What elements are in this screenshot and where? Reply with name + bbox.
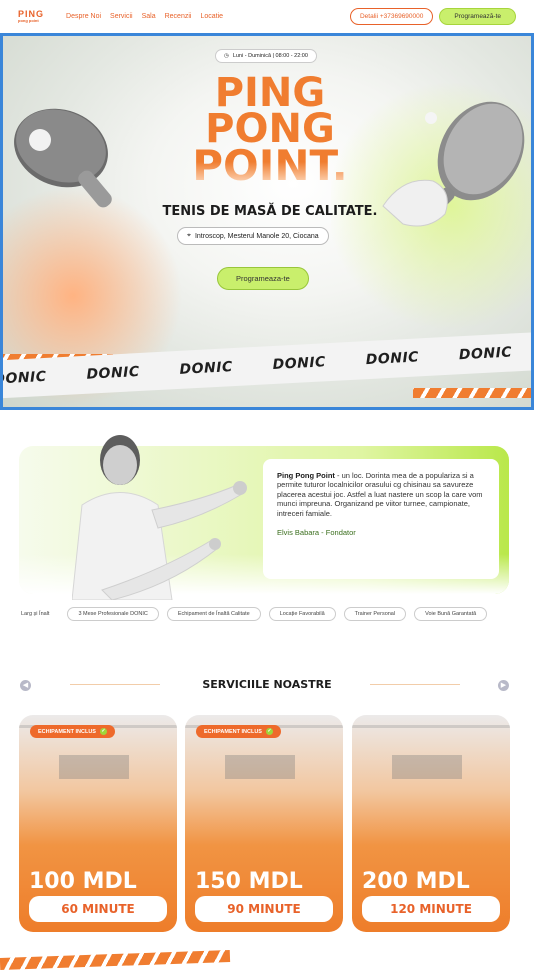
section-divider-right: [370, 684, 460, 685]
service-price: 150 MDL: [195, 869, 303, 894]
nav-link-recenzii[interactable]: Recenzii: [165, 13, 192, 20]
service-price: 200 MDL: [362, 869, 470, 894]
nav-link-despre-noi[interactable]: Despre Noi: [66, 13, 101, 20]
location-pin-icon: ⌖: [187, 232, 191, 239]
founder-photo: [72, 435, 247, 600]
nav-link-sala[interactable]: Sala: [142, 13, 156, 20]
hero-orange-band-right: [413, 388, 531, 398]
phone-button[interactable]: Detalii +37369690000: [349, 8, 434, 25]
right-paddle-image: [382, 101, 525, 227]
table-photo: [352, 725, 510, 779]
badge-text: ECHIPAMENT INCLUS: [38, 728, 96, 735]
hero-section: ◷ Luni - Duminică | 08:00 - 22:00 PING P…: [0, 33, 534, 410]
sponsor-logo: DONIC: [272, 354, 327, 374]
service-card[interactable]: ECHIPAMENT INCLUS ✓ 100 MDL 60 MINUTE: [19, 715, 177, 932]
feature-chip: Locație Favorabilă: [268, 607, 336, 621]
service-card[interactable]: 200 MDL 120 MINUTE: [352, 715, 510, 932]
nav-link-servicii[interactable]: Servicii: [110, 13, 133, 20]
feature-chip: Voie Bună Garantată: [414, 607, 488, 621]
nav-link-locatie[interactable]: Locatie: [200, 13, 223, 20]
service-price: 100 MDL: [29, 869, 137, 894]
service-card[interactable]: ECHIPAMENT INCLUS ✓ 150 MDL 90 MINUTE: [185, 715, 343, 932]
book-button[interactable]: Programează-te: [439, 8, 516, 25]
opening-hours-text: Luni - Duminică | 08:00 - 22:00: [232, 53, 308, 59]
sponsor-logo: DONIC: [458, 344, 513, 364]
feature-chip: Trainer Personal: [343, 607, 407, 621]
hero-subtitle: TENIS DE MASĂ DE CALITATE.: [162, 204, 378, 219]
address-text: Introscop, Mesterul Manole 20, Ciocana: [194, 232, 319, 240]
equipment-badge: ECHIPAMENT INCLUS ✓: [196, 725, 281, 738]
equipment-badge: ECHIPAMENT INCLUS ✓: [30, 725, 115, 738]
logo-text-bottom: pong point: [18, 18, 39, 23]
address-badge[interactable]: ⌖ Introscop, Mesterul Manole 20, Ciocana: [177, 227, 329, 245]
founder-signature: Elvis Babara - Fondator: [277, 527, 356, 537]
footer-orange-band: [0, 949, 231, 970]
clock-icon: ◷: [224, 53, 229, 59]
feature-chips: Larg și Înalt 3 Mese Profesionale DONIC …: [19, 606, 509, 622]
service-duration[interactable]: 60 MINUTE: [29, 896, 167, 922]
opening-hours-badge: ◷ Luni - Duminică | 08:00 - 22:00: [215, 49, 317, 63]
service-duration[interactable]: 120 MINUTE: [362, 896, 500, 922]
service-duration[interactable]: 90 MINUTE: [195, 896, 333, 922]
feature-chip: 3 Mese Profesionale DONIC: [67, 607, 159, 621]
carousel-next-button[interactable]: ▶: [498, 680, 509, 691]
sponsor-logo: DONIC: [86, 363, 141, 383]
founder-brand-name: Ping Pong Point: [277, 471, 335, 480]
founder-quote: Ping Pong Point - un loc. Dorinta mea de…: [277, 471, 485, 518]
feature-chip: Larg și Înalt: [19, 608, 60, 620]
sponsor-logo: DONIC: [365, 349, 420, 369]
top-navbar: PING pong point Despre Noi Servicii Sala…: [0, 0, 534, 33]
badge-text: ECHIPAMENT INCLUS: [204, 728, 262, 735]
check-icon: ✓: [265, 728, 273, 735]
feature-chip: Echipament de Înaltă Calitate: [166, 607, 261, 621]
founder-quote-card: Ping Pong Point - un loc. Dorinta mea de…: [263, 459, 499, 579]
sponsor-logo: DONIC: [0, 368, 47, 388]
check-icon: ✓: [99, 728, 107, 735]
left-paddle-image: [14, 108, 112, 208]
hero-book-button[interactable]: Programeaza-te: [217, 267, 309, 290]
sponsor-logo: DONIC: [179, 359, 234, 378]
logo[interactable]: PING pong point: [18, 10, 44, 23]
